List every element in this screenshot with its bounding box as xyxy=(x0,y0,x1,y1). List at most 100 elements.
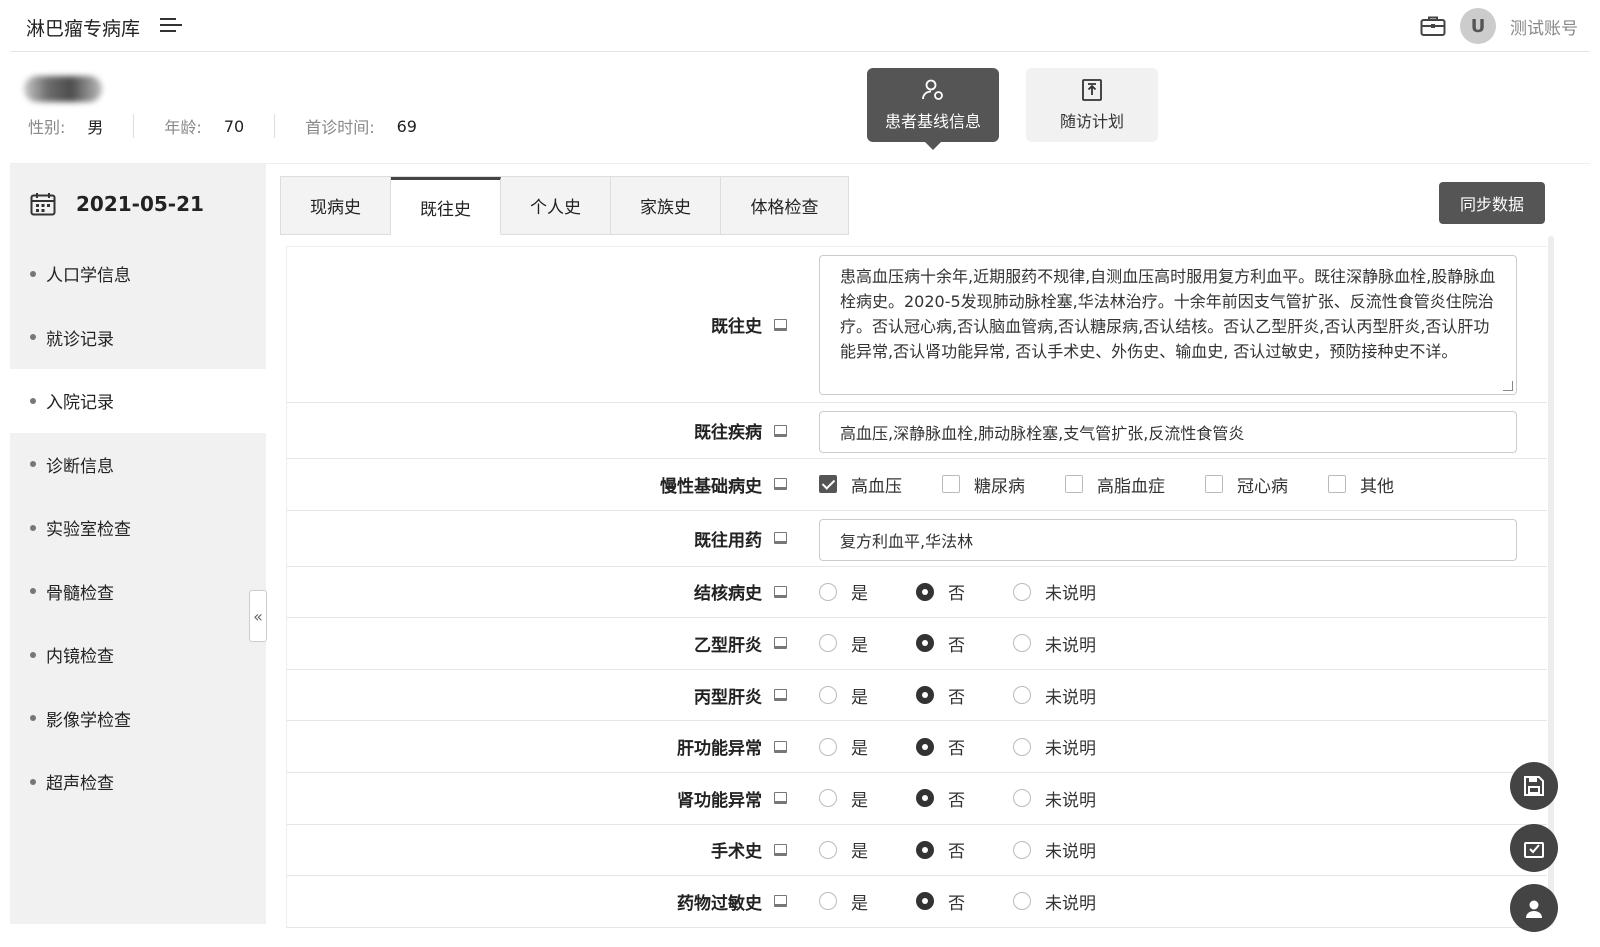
radio-button[interactable] xyxy=(1013,686,1031,705)
sidebar-item[interactable]: 人口学信息 xyxy=(10,242,266,306)
checkbox[interactable] xyxy=(942,475,960,494)
chronic-option[interactable]: 高血压 xyxy=(819,472,902,497)
radio-button[interactable] xyxy=(819,737,837,756)
patient-baseline-button[interactable]: 患者基线信息 xyxy=(867,68,999,150)
user-assist-button[interactable] xyxy=(1510,884,1558,932)
monitor-icon[interactable] xyxy=(774,424,787,437)
radio-option[interactable]: 是 xyxy=(819,631,868,656)
radio-option[interactable]: 未说明 xyxy=(1013,734,1096,759)
radio-option[interactable]: 否 xyxy=(916,734,965,759)
radio-option[interactable]: 否 xyxy=(916,683,965,708)
chronic-option[interactable]: 高脂血症 xyxy=(1065,472,1165,497)
past-history-textarea[interactable]: 患高血压病十余年,近期服药不规律,自测血压高时服用复方利血平。既往深静脉血栓,股… xyxy=(819,255,1517,395)
radio-option[interactable]: 否 xyxy=(916,579,965,604)
radio-option[interactable]: 是 xyxy=(819,889,868,914)
monitor-icon[interactable] xyxy=(774,637,787,650)
radio-button[interactable] xyxy=(1013,892,1031,911)
menu-fold-icon[interactable] xyxy=(160,16,182,36)
checkbox[interactable] xyxy=(1205,475,1223,494)
checkbox[interactable] xyxy=(1328,475,1346,494)
radio-button[interactable] xyxy=(916,737,934,756)
radio-button[interactable] xyxy=(1013,840,1031,859)
checkbox[interactable] xyxy=(819,475,837,494)
follow-up-plan-button[interactable]: 随访计划 xyxy=(1026,68,1158,142)
radio-button[interactable] xyxy=(819,892,837,911)
radio-button[interactable] xyxy=(916,686,934,705)
radio-button[interactable] xyxy=(916,892,934,911)
radio-button[interactable] xyxy=(916,634,934,653)
radio-option[interactable]: 是 xyxy=(819,837,868,862)
chronic-option[interactable]: 冠心病 xyxy=(1205,472,1288,497)
radio-option[interactable]: 是 xyxy=(819,579,868,604)
chronic-option[interactable]: 其他 xyxy=(1328,472,1394,497)
radio-label: 否 xyxy=(948,687,965,708)
radio-row: 丙型肝炎 是 否 未说明 xyxy=(287,670,1547,722)
chronic-option[interactable]: 糖尿病 xyxy=(942,472,1025,497)
radio-button[interactable] xyxy=(819,686,837,705)
radio-option[interactable]: 未说明 xyxy=(1013,786,1096,811)
radio-button[interactable] xyxy=(819,582,837,601)
tab-4[interactable]: 体格检查 xyxy=(721,177,849,235)
radio-option[interactable]: 未说明 xyxy=(1013,889,1096,914)
monitor-icon[interactable] xyxy=(774,478,787,491)
sidebar-collapse-icon[interactable]: « xyxy=(249,590,267,642)
radio-option[interactable]: 未说明 xyxy=(1013,837,1096,862)
monitor-icon[interactable] xyxy=(774,689,787,702)
radio-option[interactable]: 未说明 xyxy=(1013,631,1096,656)
radio-button[interactable] xyxy=(916,840,934,859)
sync-data-button[interactable]: 同步数据 xyxy=(1439,182,1545,224)
radio-option[interactable]: 未说明 xyxy=(1013,683,1096,708)
radio-label: 否 xyxy=(948,842,965,863)
sidebar-item[interactable]: 骨髓检查 xyxy=(10,560,266,624)
resize-handle-icon[interactable] xyxy=(1503,381,1513,391)
radio-group: 是 否 未说明 xyxy=(819,721,1096,772)
monitor-icon[interactable] xyxy=(774,895,787,908)
radio-option[interactable]: 否 xyxy=(916,631,965,656)
sidebar-item[interactable]: 影像学检查 xyxy=(10,687,266,751)
radio-option[interactable]: 是 xyxy=(819,734,868,759)
monitor-icon[interactable] xyxy=(774,532,787,545)
radio-button[interactable] xyxy=(1013,582,1031,601)
radio-option[interactable]: 否 xyxy=(916,889,965,914)
account-name[interactable]: 测试账号 xyxy=(1510,14,1578,39)
monitor-icon[interactable] xyxy=(774,843,787,856)
checkbox[interactable] xyxy=(1065,475,1083,494)
tab-2[interactable]: 个人史 xyxy=(501,177,611,235)
sidebar-item[interactable]: 实验室检查 xyxy=(10,496,266,560)
radio-option[interactable]: 是 xyxy=(819,683,868,708)
radio-button[interactable] xyxy=(819,634,837,653)
tab-1[interactable]: 既往史 xyxy=(391,177,501,235)
radio-option[interactable]: 未说明 xyxy=(1013,579,1096,604)
radio-option[interactable]: 是 xyxy=(819,786,868,811)
past-meds-input[interactable]: 复方利血平,华法林 xyxy=(819,518,1517,561)
sidebar-item[interactable]: 就诊记录 xyxy=(10,306,266,370)
radio-button[interactable] xyxy=(819,789,837,808)
monitor-icon[interactable] xyxy=(774,318,787,331)
monitor-icon[interactable] xyxy=(774,585,787,598)
radio-option[interactable]: 否 xyxy=(916,837,965,862)
save-button[interactable] xyxy=(1510,762,1558,810)
sidebar-item[interactable]: 内镜检查 xyxy=(10,623,266,687)
past-meds-label: 既往用药 xyxy=(694,511,787,566)
tab-3[interactable]: 家族史 xyxy=(611,177,721,235)
content-scrollbar[interactable] xyxy=(1548,236,1554,926)
sidebar-item[interactable]: 诊断信息 xyxy=(10,433,266,497)
radio-button[interactable] xyxy=(916,789,934,808)
monitor-icon[interactable] xyxy=(774,740,787,753)
avatar[interactable]: U xyxy=(1460,8,1496,44)
briefcase-icon[interactable] xyxy=(1420,15,1446,37)
radio-label: 否 xyxy=(948,739,965,760)
radio-option[interactable]: 否 xyxy=(916,786,965,811)
monitor-icon[interactable] xyxy=(774,792,787,805)
past-disease-input[interactable]: 高血压,深静脉血栓,肺动脉栓塞,支气管扩张,反流性食管炎 xyxy=(819,411,1517,453)
gender-value: 男 xyxy=(87,118,104,137)
sidebar-item[interactable]: 超声检查 xyxy=(10,750,266,814)
tab-0[interactable]: 现病史 xyxy=(281,177,391,235)
sidebar-item[interactable]: 入院记录 xyxy=(10,369,266,433)
radio-button[interactable] xyxy=(819,840,837,859)
radio-button[interactable] xyxy=(1013,737,1031,756)
radio-button[interactable] xyxy=(1013,789,1031,808)
submit-review-button[interactable] xyxy=(1510,824,1558,872)
radio-button[interactable] xyxy=(1013,634,1031,653)
radio-button[interactable] xyxy=(916,582,934,601)
